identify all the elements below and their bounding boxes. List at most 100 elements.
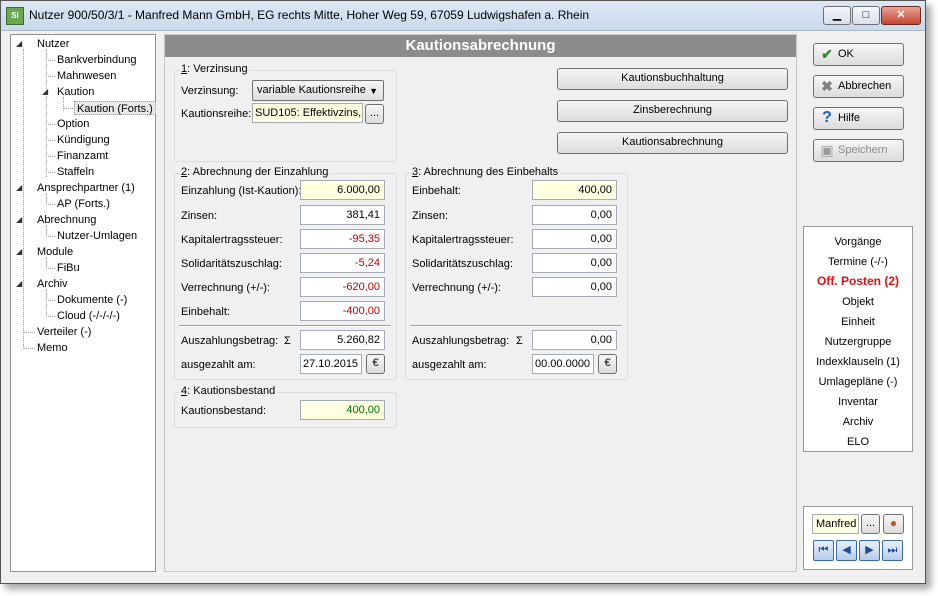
maximize-icon: □ [862,9,870,21]
sigma2-symbol: Σ [516,335,523,347]
tree-item-archiv[interactable]: Archiv [37,277,68,291]
next-record-button[interactable]: ▶ [859,540,880,561]
ok-button[interactable]: ✔ OK [813,43,904,66]
ausgezahlt-am2-label: ausgezahlt am: [412,359,487,371]
kapitalertragssteuer-field[interactable]: -95,35 [300,229,385,249]
app-icon: SI [6,7,24,25]
tree-item-memo[interactable]: Memo [37,341,68,355]
einzahlung-field[interactable]: 6.000,00 [300,180,385,200]
nav-item-umlageplaene[interactable]: Umlagepläne (-) [804,375,912,389]
expand-arrow-icon[interactable]: ◢ [16,181,22,195]
tree-item-finanzamt[interactable]: Finanzamt [57,149,108,163]
close-icon: ✕ [896,9,906,21]
tree-item-ansprechpartner[interactable]: Ansprechpartner (1) [37,181,135,195]
euro-button[interactable]: € [366,354,385,374]
users-group-button[interactable]: ● [883,514,904,534]
auszahlungsbetrag2-field[interactable]: 0,00 [532,330,617,350]
group-title-einzahlung: 2: Abrechnung der Einzahlung [179,166,331,178]
tree-item-bankverbindung[interactable]: Bankverbindung [57,53,137,67]
tree-item-option[interactable]: Option [57,117,89,131]
expand-arrow-icon[interactable]: ◢ [16,37,22,51]
tree-item-module[interactable]: Module [37,245,73,259]
hilfe-button[interactable]: ? Hilfe [813,107,904,130]
group-title-einbehalt: 3: Abrechnung des Einbehalts [410,166,561,178]
nav-item-termine[interactable]: Termine (-/-) [804,255,912,269]
group-title-kautionsbestand: 4: Kautionsbestand [179,385,278,397]
nav-item-off-posten[interactable]: Off. Posten (2) [804,274,912,288]
speichern-button[interactable]: ▣ Speichern [813,139,904,162]
expand-arrow-icon[interactable]: ◢ [16,213,22,227]
zinsberechnung-button[interactable]: Zinsberechnung [557,100,788,122]
solidaritaetszuschlag2-field[interactable]: 0,00 [532,253,617,273]
kautionsreihe-browse-button[interactable]: ... [365,104,384,124]
nav-item-einheit[interactable]: Einheit [804,315,912,329]
kautionsreihe-field[interactable]: SUD105: Effektivzins, [252,103,363,123]
separator [179,325,391,327]
kautionsbuchhaltung-button[interactable]: Kautionsbuchhaltung [557,68,788,90]
last-record-button[interactable]: ⏭ [882,540,903,561]
euro2-button[interactable]: € [598,354,617,374]
nav-item-inventar[interactable]: Inventar [804,395,912,409]
expand-arrow-icon[interactable]: ◢ [42,85,48,99]
minimize-button[interactable]: ▁ [823,6,851,25]
tree-item-fibu[interactable]: FiBu [57,261,80,275]
zinsen-field[interactable]: 381,41 [300,205,385,225]
ausgezahlt-am-field[interactable]: 27.10.2015 [300,354,362,374]
einbehalt2-field[interactable]: 400,00 [532,180,617,200]
tree-item-kuendigung[interactable]: Kündigung [57,133,110,147]
ausgezahlt-am-label: ausgezahlt am: [181,359,256,371]
main-panel: Kautionsabrechnung 1: Verzinsung Verzins… [164,34,797,572]
nav-item-objekt[interactable]: Objekt [804,295,912,309]
tree-item-kaution[interactable]: Kaution [57,85,94,99]
nav-item-vorgaenge[interactable]: Vorgänge [804,235,912,249]
kautionsreihe-label: Kautionsreihe: [181,108,252,120]
zinsen2-field[interactable]: 0,00 [532,205,617,225]
verrechnung2-field[interactable]: 0,00 [532,277,617,297]
tree-item-staffeln[interactable]: Staffeln [57,165,94,179]
user-field[interactable]: Manfred [812,514,859,534]
close-button[interactable]: ✕ [881,6,921,25]
window-title: Nutzer 900/50/3/1 - Manfred Mann GmbH, E… [29,8,590,22]
tree-item-nutzer[interactable]: Nutzer [37,37,69,51]
maximize-button[interactable]: □ [852,6,880,25]
expand-arrow-icon[interactable]: ◢ [16,277,22,291]
nav-item-nutzergruppe[interactable]: Nutzergruppe [804,335,912,349]
kautionsbestand-field[interactable]: 400,00 [300,400,385,420]
tree-item-cloud[interactable]: Cloud (-/-/-/-) [57,309,120,323]
verrechnung-field[interactable]: -620,00 [300,277,385,297]
page-title: Kautionsabrechnung [165,35,796,57]
tree-item-mahnwesen[interactable]: Mahnwesen [57,69,116,83]
auszahlungsbetrag-field[interactable]: 5.260,82 [300,330,385,350]
previous-record-button[interactable]: ◀ [836,540,857,561]
nav-item-indexklauseln[interactable]: Indexklauseln (1) [804,355,912,369]
ausgezahlt-am2-field[interactable]: 00.00.0000 [532,354,594,374]
kapitalertragssteuer2-label: Kapitalertragssteuer: [412,234,514,246]
sigma-symbol: Σ [284,335,291,347]
kautionsabrechnung-button[interactable]: Kautionsabrechnung [557,132,788,154]
expand-arrow-icon[interactable]: ◢ [16,245,22,259]
tree-item-dokumente[interactable]: Dokumente (-) [57,293,127,307]
first-record-button[interactable]: ⏮ [813,540,834,561]
tree-item-nutzer-umlagen[interactable]: Nutzer-Umlagen [57,229,137,243]
dropdown-arrow-icon: ▼ [369,86,378,96]
einbehalt-label: Einbehalt: [181,306,230,318]
application-window: SI Nutzer 900/50/3/1 - Manfred Mann GmbH… [0,0,926,584]
solidaritaetszuschlag2-label: Solidaritätszuschlag: [412,258,513,270]
tree-item-verteiler[interactable]: Verteiler (-) [37,325,91,339]
tree-item-kaution-forts[interactable]: Kaution (Forts.) [74,101,156,115]
zinsen-label: Zinsen: [181,210,218,222]
verzinsung-label: Verzinsung: [181,85,239,97]
users-icon: ● [889,516,898,530]
nav-item-elo[interactable]: ELO [804,435,912,449]
user-browse-button[interactable]: ... [861,514,880,534]
einbehalt-field[interactable]: -400,00 [300,301,385,321]
verzinsung-select[interactable]: variable Kautionsreihe ▼ [252,80,384,101]
separator [410,325,622,327]
tree-item-ap-forts[interactable]: AP (Forts.) [57,197,110,211]
abbrechen-button[interactable]: ✖ Abbrechen [813,75,904,98]
related-items-panel: Vorgänge Termine (-/-) Off. Posten (2) O… [803,226,913,452]
solidaritaetszuschlag-field[interactable]: -5,24 [300,253,385,273]
kapitalertragssteuer2-field[interactable]: 0,00 [532,229,617,249]
navigation-tree: ◢ Nutzer Bankverbindung Mahnwesen ◢ Kaut… [10,34,156,572]
nav-item-archiv[interactable]: Archiv [804,415,912,429]
